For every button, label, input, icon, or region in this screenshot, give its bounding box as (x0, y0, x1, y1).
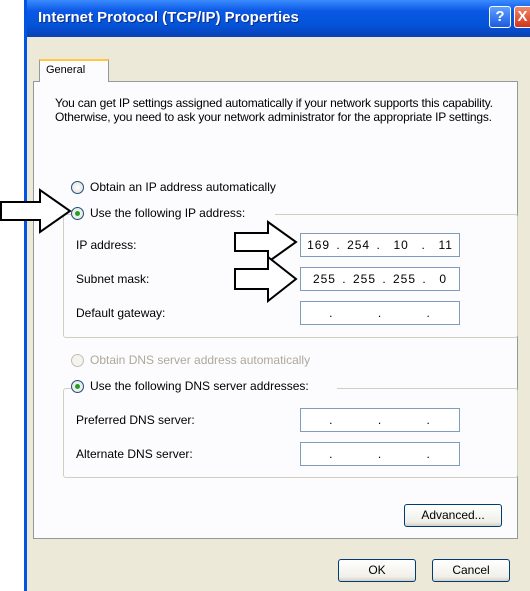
radio-use-ip-label: Use the following IP address: (90, 206, 246, 220)
subnet-mask-label: Subnet mask: (76, 272, 150, 286)
advanced-button[interactable]: Advanced... (404, 504, 502, 527)
window-title: Internet Protocol (TCP/IP) Properties (38, 9, 299, 26)
radio-button[interactable] (71, 181, 84, 194)
radio-use-dns[interactable]: Use the following DNS server addresses: (71, 379, 337, 396)
default-gateway-label: Default gateway: (76, 306, 166, 320)
close-icon[interactable]: X (514, 6, 530, 28)
radio-button[interactable] (71, 207, 84, 220)
radio-obtain-dns-auto-label: Obtain DNS server address automatically (90, 353, 311, 367)
arrow-right-icon (0, 188, 72, 234)
intro-text: You can get IP settings assigned automat… (55, 96, 493, 124)
radio-obtain-ip-auto-label: Obtain an IP address automatically (90, 180, 276, 194)
preferred-dns-field[interactable]: . . . (300, 408, 460, 432)
ok-button[interactable]: OK (338, 559, 416, 582)
radio-button[interactable] (71, 380, 84, 393)
ip-address-label: IP address: (76, 238, 137, 252)
cancel-button[interactable]: Cancel (432, 559, 510, 582)
help-icon[interactable]: ? (489, 6, 511, 28)
ip-address-field[interactable]: 169 . 254 . 10 . 11 (300, 233, 460, 257)
alternate-dns-label: Alternate DNS server: (76, 447, 193, 461)
title-bar[interactable]: Internet Protocol (TCP/IP) Properties ? … (27, 0, 530, 37)
subnet-mask-field[interactable]: 255 . 255 . 255 . 0 (300, 267, 460, 291)
default-gateway-field[interactable]: . . . (300, 301, 460, 325)
radio-button[interactable] (71, 354, 84, 367)
tab-general[interactable]: General (39, 59, 109, 82)
radio-use-dns-label: Use the following DNS server addresses: (90, 379, 309, 393)
preferred-dns-label: Preferred DNS server: (76, 413, 195, 427)
alternate-dns-field[interactable]: . . . (300, 442, 460, 466)
arrow-right-icon (234, 255, 298, 303)
